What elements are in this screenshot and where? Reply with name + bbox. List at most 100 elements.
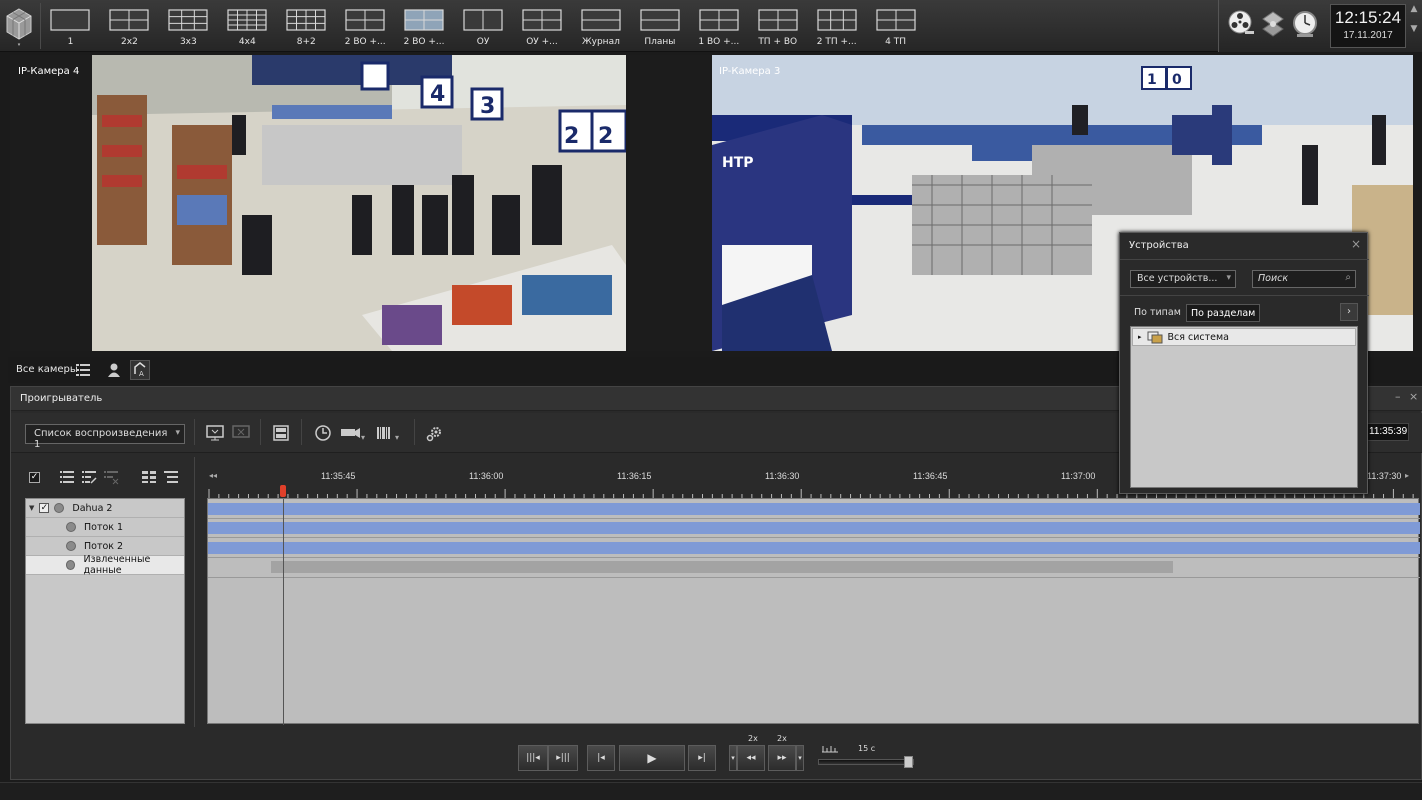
layout-grid-icon	[404, 9, 444, 31]
timeline-track-extracted[interactable]	[271, 561, 1173, 573]
layout-button-14[interactable]: 4 ТП	[866, 3, 925, 49]
timeline-scroll-right[interactable]: ▸	[1405, 471, 1409, 480]
layout-button-13[interactable]: 2 ТП +...	[807, 3, 866, 49]
list-view-icon[interactable]	[59, 469, 75, 485]
rewind-speed-dropdown[interactable]: ▾	[729, 745, 737, 771]
layout-button-9[interactable]: Журнал	[571, 3, 630, 49]
layout-selector: 1 2x2 3x3 4x4 8+2 2 ВО +... 2 ВО +... ОУ ОУ +...…	[40, 3, 925, 49]
layout-button-1[interactable]: 2x2	[100, 3, 159, 49]
play-button[interactable]: ▶	[619, 745, 685, 771]
svg-text:▾: ▾	[18, 42, 21, 47]
divider	[208, 518, 1420, 519]
export-icon[interactable]	[271, 423, 291, 443]
tree-row-dahua2[interactable]: ▼ ✓ Dahua 2	[26, 499, 184, 518]
interval-slider-thumb[interactable]	[904, 756, 913, 768]
list-edit-icon[interactable]	[81, 469, 97, 485]
list-remove-icon[interactable]	[103, 469, 119, 485]
expand-icon[interactable]: ▸	[1138, 333, 1142, 341]
clock-history-icon[interactable]	[313, 423, 333, 443]
forward-speed-label: 2x	[777, 734, 787, 743]
close-icon[interactable]: ×	[1409, 390, 1418, 403]
tab-next-button[interactable]: ›	[1340, 303, 1358, 321]
layout-button-8[interactable]: ОУ +...	[513, 3, 572, 49]
timeline-scroll-left[interactable]: ◂◂	[209, 471, 217, 480]
frame-forward-button[interactable]: ▸|||	[548, 745, 578, 771]
devices-panel: Устройства × Все устройств... Поиск ⌕ По…	[1119, 232, 1369, 494]
timeline-tick-label: 11:36:15	[617, 471, 652, 481]
toolbar-scroll-arrows[interactable]: ▲ ▼	[1408, 4, 1420, 48]
interval-slider[interactable]	[818, 759, 914, 765]
barcode-icon[interactable]: ▾	[375, 423, 403, 443]
layout-button-10[interactable]: Планы	[630, 3, 689, 49]
camera-filter-icon[interactable]: ▾	[339, 423, 367, 443]
user-icon[interactable]	[107, 362, 123, 378]
clock-date: 17.11.2017	[1343, 30, 1393, 41]
layout-label: ОУ +...	[526, 37, 558, 47]
layout-button-4[interactable]: 8+2	[277, 3, 336, 49]
system-clock: 12:15:24 17.11.2017	[1330, 4, 1406, 48]
layout-label: 2 ВО +...	[403, 37, 445, 47]
svg-text:▾: ▾	[395, 433, 399, 442]
search-icon[interactable]: ⌕	[1345, 272, 1351, 283]
timeline-tick-label: 11:35:45	[321, 471, 356, 481]
close-icon[interactable]: ×	[1351, 237, 1361, 251]
layout-button-0[interactable]: 1	[41, 3, 100, 49]
layout-button-7[interactable]: ОУ	[454, 3, 513, 49]
layout-button-11[interactable]: 1 ВО +...	[689, 3, 748, 49]
rewind-button[interactable]: ◂◂	[737, 745, 765, 771]
frame-back-button[interactable]: |||◂	[518, 745, 548, 771]
layout-button-2[interactable]: 3x3	[159, 3, 218, 49]
layout-grid-icon	[463, 9, 503, 31]
layout-button-3[interactable]: 4x4	[218, 3, 277, 49]
clock-time: 12:15:24	[1334, 8, 1402, 27]
divider	[208, 577, 1420, 578]
layout-button-12[interactable]: ТП + ВО	[748, 3, 807, 49]
divider	[1120, 295, 1369, 296]
app-logo-icon[interactable]: ▾	[4, 5, 34, 47]
device-filter-select[interactable]: Все устройств...	[1130, 270, 1236, 288]
layout-button-5[interactable]: 2 ВО +...	[336, 3, 395, 49]
tree-root-all-system[interactable]: ▸ Вся система	[1132, 328, 1356, 346]
layout-label: 4 ТП	[885, 37, 907, 47]
layout-grid-icon	[286, 9, 326, 31]
expand-icon[interactable]: ▼	[29, 504, 34, 512]
timeline-track-stream1[interactable]	[208, 522, 1420, 534]
list-icon[interactable]	[76, 363, 90, 377]
layout-label: Журнал	[581, 37, 620, 47]
interval-label: 15 с	[858, 744, 876, 753]
settings-gear-icon[interactable]	[425, 423, 445, 443]
network-icon[interactable]	[1259, 9, 1287, 39]
divider	[208, 537, 1420, 538]
device-search-input[interactable]: Поиск ⌕	[1252, 270, 1356, 288]
skip-start-button[interactable]: |◂	[587, 745, 615, 771]
tab-by-section[interactable]: По разделам	[1186, 304, 1261, 322]
grid-view-icon[interactable]	[141, 469, 157, 485]
tab-by-type[interactable]: По типам	[1130, 304, 1185, 322]
player-title: Проигрыватель	[20, 393, 103, 404]
timeline-track-stream2[interactable]	[208, 542, 1420, 554]
fast-forward-button[interactable]: ▸▸	[768, 745, 796, 771]
playhead-marker[interactable]	[280, 485, 286, 497]
minimize-icon[interactable]: –	[1395, 390, 1401, 403]
select-all-checkbox[interactable]: ✓	[29, 472, 40, 483]
all-cameras-label[interactable]: Все камеры	[16, 364, 78, 375]
monitor-icon[interactable]	[205, 423, 225, 443]
timeline-track-dahua2[interactable]	[208, 503, 1420, 515]
collapse-list-icon[interactable]	[163, 469, 179, 485]
layout-grid-icon	[581, 9, 621, 31]
clock-icon[interactable]	[1291, 9, 1319, 39]
svg-text:A: A	[139, 370, 144, 378]
playlist-select[interactable]: Список воспроизведения 1	[25, 424, 185, 450]
tree-row-extracted[interactable]: Извлеченные данные	[26, 554, 184, 576]
ptz-button[interactable]: A	[130, 360, 150, 380]
layout-button-6[interactable]: 2 ВО +...	[395, 3, 454, 49]
skip-end-button[interactable]: ▸|	[688, 745, 716, 771]
timeline-tracks[interactable]	[207, 498, 1420, 725]
film-reel-icon[interactable]	[1227, 9, 1255, 39]
layout-label: Планы	[644, 37, 676, 47]
camera-view-left[interactable]: IP-Камера 4 4 3 22	[10, 55, 626, 351]
tree-row-stream1[interactable]: Поток 1	[26, 518, 184, 537]
monitor-remove-icon[interactable]	[231, 423, 251, 443]
device-checkbox[interactable]: ✓	[39, 503, 50, 513]
forward-speed-dropdown[interactable]: ▾	[796, 745, 804, 771]
